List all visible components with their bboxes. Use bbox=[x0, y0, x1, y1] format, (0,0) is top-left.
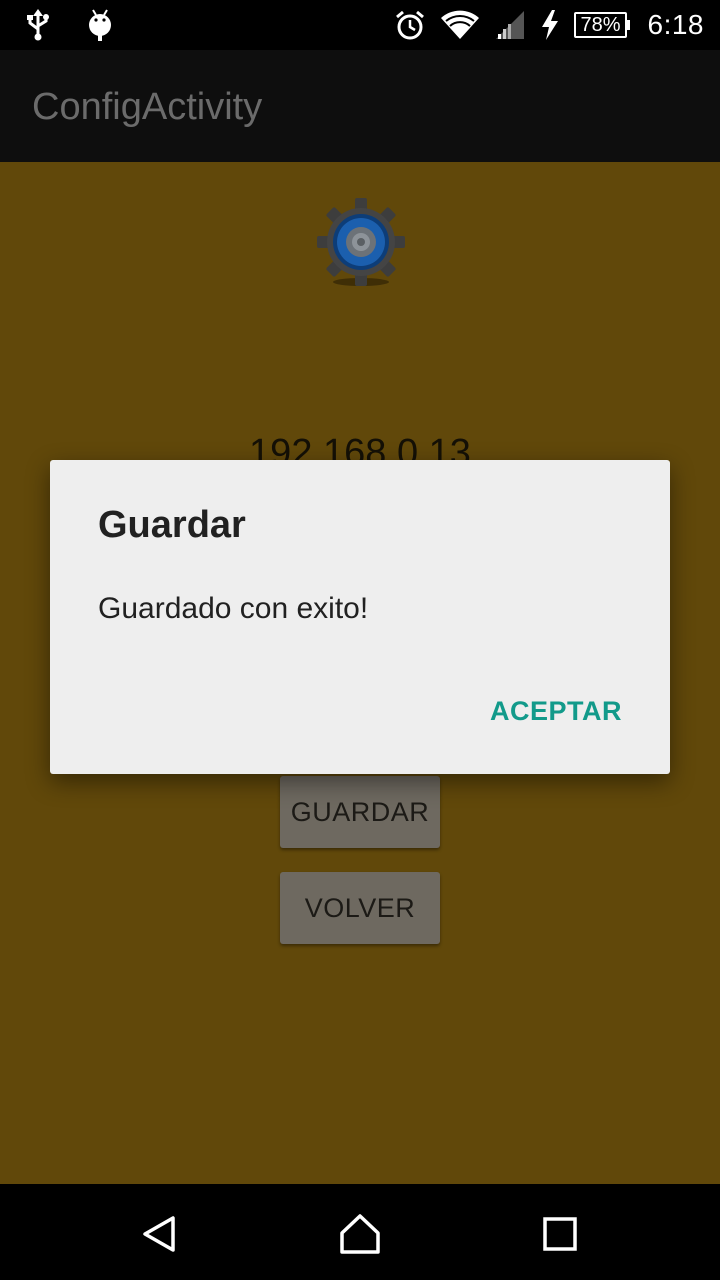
action-bar: ConfigActivity bbox=[0, 50, 720, 162]
wifi-icon bbox=[440, 8, 480, 42]
aceptar-button[interactable]: ACEPTAR bbox=[490, 696, 622, 727]
alarm-icon bbox=[394, 8, 426, 42]
charging-icon bbox=[540, 8, 560, 42]
battery-indicator: 78% bbox=[574, 12, 630, 38]
app-title: ConfigActivity bbox=[32, 86, 263, 128]
battery-tip bbox=[626, 20, 630, 30]
recent-apps-icon[interactable] bbox=[538, 1212, 582, 1256]
dialog-message: Guardado con exito! bbox=[98, 592, 369, 625]
usb-icon bbox=[22, 8, 54, 42]
alert-dialog: Guardar Guardado con exito! ACEPTAR bbox=[50, 460, 670, 774]
guardar-button[interactable]: GUARDAR bbox=[280, 776, 440, 848]
clock: 6:18 bbox=[647, 9, 704, 40]
navigation-bar bbox=[0, 1184, 720, 1280]
battery-label: 78% bbox=[574, 12, 627, 38]
signal-icon bbox=[494, 8, 526, 42]
volver-button[interactable]: VOLVER bbox=[280, 872, 440, 944]
dialog-title: Guardar bbox=[98, 504, 246, 546]
settings-gear-icon bbox=[316, 198, 406, 288]
android-debug-icon bbox=[84, 8, 116, 42]
status-bar: 78% 6:18 bbox=[0, 0, 720, 50]
home-icon[interactable] bbox=[338, 1212, 382, 1256]
back-icon[interactable] bbox=[138, 1212, 182, 1256]
